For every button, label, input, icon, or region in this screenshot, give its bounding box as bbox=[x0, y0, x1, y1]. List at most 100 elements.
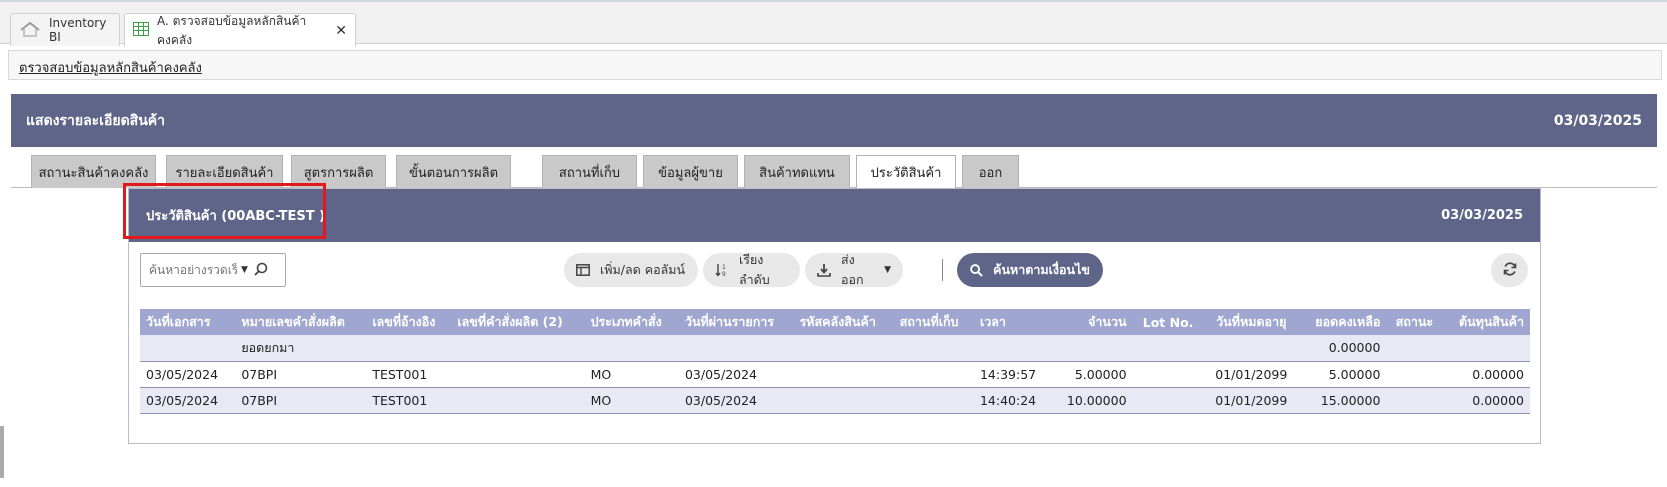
table-cell bbox=[793, 361, 894, 388]
table-cell: 03/05/2024 bbox=[678, 361, 794, 388]
tab-label: ขั้นตอนการผลิต bbox=[408, 165, 499, 181]
tab-product-history[interactable]: ประวัติสินค้า bbox=[856, 155, 956, 189]
table-cell: 01/01/2099 bbox=[1203, 387, 1299, 414]
col-balance[interactable]: ยอดคงเหลือ bbox=[1298, 309, 1387, 335]
export-label: ส่งออก bbox=[841, 252, 864, 287]
table-cell bbox=[973, 335, 1052, 362]
panel-header: ประวัติสินค้า (00ABC-TEST ) 03/03/2025 bbox=[129, 189, 1540, 242]
table-cell: MO bbox=[584, 387, 679, 414]
advanced-search-label: ค้นหาตามเงื่อนไข bbox=[993, 262, 1090, 277]
breadcrumb-link[interactable]: ตรวจสอบข้อมูลหลักสินค้าคงคลัง bbox=[19, 61, 202, 76]
app-tab-inventory-check[interactable]: A. ตรวจสอบข้อมูลหลักสินค้าคงคลัง ✕ bbox=[124, 13, 356, 47]
table-cell bbox=[678, 335, 794, 362]
advanced-search-button[interactable]: ค้นหาตามเงื่อนไข bbox=[957, 253, 1103, 287]
table-cell: 5.00000 bbox=[1051, 361, 1133, 388]
table-cell bbox=[1132, 335, 1204, 362]
col-time[interactable]: เวลา bbox=[973, 309, 1052, 335]
export-button[interactable]: ส่งออก ▼ bbox=[805, 252, 903, 287]
page-header: แสดงรายละเอียดสินค้า 03/03/2025 bbox=[11, 94, 1657, 147]
col-order-type[interactable]: ประเภทคำสั่ง bbox=[584, 309, 679, 335]
col-cost[interactable]: ต้นทุนสินค้า bbox=[1442, 309, 1530, 335]
table-cell bbox=[1132, 361, 1204, 388]
table-row[interactable]: 03/05/2024 07BPI TEST001 MO 03/05/2024 1… bbox=[140, 361, 1530, 388]
table-cell bbox=[451, 387, 585, 414]
search-icon bbox=[970, 263, 983, 277]
chevron-down-icon: ▼ bbox=[884, 265, 891, 275]
close-icon[interactable]: ✕ bbox=[335, 23, 347, 39]
table-cell: 14:40:24 bbox=[973, 387, 1052, 414]
table-cell bbox=[793, 335, 894, 362]
table-cell bbox=[1203, 335, 1299, 362]
search-input[interactable] bbox=[149, 263, 237, 277]
table-cell: 03/05/2024 bbox=[140, 387, 236, 414]
col-status[interactable]: สถานะ bbox=[1386, 309, 1443, 335]
table-cell: 0.00000 bbox=[1298, 335, 1387, 362]
col-posting-date[interactable]: วันที่ผ่านรายการ bbox=[678, 309, 794, 335]
dropdown-caret-icon[interactable]: ▼ bbox=[241, 265, 248, 275]
home-icon bbox=[19, 21, 41, 40]
table-cell bbox=[1051, 335, 1133, 362]
toolbar-divider bbox=[942, 259, 943, 281]
table-cell: 07BPI bbox=[235, 387, 367, 414]
sort-button[interactable]: 19 เรียงลำดับ bbox=[703, 252, 800, 287]
tab-exit[interactable]: ออก bbox=[962, 155, 1019, 188]
tab-production-steps[interactable]: ขั้นตอนการผลิต bbox=[396, 155, 511, 188]
spreadsheet-icon bbox=[133, 22, 149, 39]
panel-date: 03/03/2025 bbox=[1441, 208, 1523, 223]
table-cell: 01/01/2099 bbox=[1203, 361, 1299, 388]
table-cell bbox=[584, 335, 679, 362]
col-production-order-2[interactable]: เลขที่คำสั่งผลิต (2) bbox=[451, 309, 585, 335]
table-header-row: วันที่เอกสาร หมายเลขคำสั่งผลิต เลขที่อ้า… bbox=[140, 309, 1530, 335]
search-icon[interactable] bbox=[254, 262, 268, 279]
col-production-order[interactable]: หมายเลขคำสั่งผลิต bbox=[235, 309, 367, 335]
left-scroll-indicator bbox=[0, 426, 4, 478]
columns-button[interactable]: เพิ่ม/ลด คอลัมน์ bbox=[564, 253, 698, 287]
table-cell: 0.00000 bbox=[1442, 387, 1530, 414]
header-date: 03/03/2025 bbox=[1553, 112, 1642, 129]
quick-search: ▼ bbox=[140, 253, 286, 287]
table-cell bbox=[1386, 361, 1443, 388]
refresh-button[interactable] bbox=[1491, 253, 1528, 287]
table-cell: 03/05/2024 bbox=[140, 361, 236, 388]
table-cell: 10.00000 bbox=[1051, 387, 1133, 414]
table-cell bbox=[793, 387, 894, 414]
col-storage-location[interactable]: สถานที่เก็บ bbox=[893, 309, 974, 335]
history-table: วันที่เอกสาร หมายเลขคำสั่งผลิต เลขที่อ้า… bbox=[140, 309, 1530, 414]
col-expiry-date[interactable]: วันที่หมดอายุ bbox=[1203, 309, 1299, 335]
table-cell bbox=[893, 335, 974, 362]
tab-label: สูตรการผลิต bbox=[303, 165, 374, 181]
table-cell bbox=[893, 387, 974, 414]
svg-text:9: 9 bbox=[722, 271, 726, 277]
tab-label: สินค้าทดแทน bbox=[759, 165, 835, 181]
tab-label: สถานะสินค้าคงคลัง bbox=[38, 165, 149, 181]
table-cell: TEST001 bbox=[366, 387, 452, 414]
app-tab-inventory-bi[interactable]: Inventory BI bbox=[10, 13, 120, 46]
tab-label: ประวัติสินค้า bbox=[870, 166, 942, 181]
table-cell: 14:39:57 bbox=[973, 361, 1052, 388]
col-reference-no[interactable]: เลขที่อ้างอิง bbox=[366, 309, 452, 335]
table-row[interactable]: 03/05/2024 07BPI TEST001 MO 03/05/2024 1… bbox=[140, 387, 1530, 414]
table-cell: 0.00000 bbox=[1442, 361, 1530, 388]
col-lot-no[interactable]: Lot No. bbox=[1132, 309, 1204, 335]
sort-label: เรียงลำดับ bbox=[739, 252, 770, 287]
col-quantity[interactable]: จำนวน bbox=[1051, 309, 1133, 335]
table-cell bbox=[1442, 335, 1530, 362]
tab-vendor-info[interactable]: ข้อมูลผู้ขาย bbox=[643, 155, 738, 188]
table-cell bbox=[366, 335, 452, 362]
tab-storage-location[interactable]: สถานที่เก็บ bbox=[542, 155, 637, 188]
table-cell: ยอดยกมา bbox=[235, 335, 367, 362]
col-warehouse-code[interactable]: รหัสคลังสินค้า bbox=[793, 309, 894, 335]
app-tab-bar: Inventory BI A. ตรวจสอบข้อมูลหลักสินค้าค… bbox=[0, 2, 1667, 47]
table-cell: 5.00000 bbox=[1298, 361, 1387, 388]
table-cell bbox=[893, 361, 974, 388]
table-row[interactable]: ยอดยกมา 0.00000 bbox=[140, 335, 1530, 362]
col-doc-date[interactable]: วันที่เอกสาร bbox=[140, 309, 236, 335]
page-title: แสดงรายละเอียดสินค้า bbox=[26, 112, 166, 129]
tab-label: รายละเอียดสินค้า bbox=[175, 165, 274, 181]
app-tab-label: Inventory BI bbox=[49, 16, 107, 44]
table-cell bbox=[451, 335, 585, 362]
tab-substitute-products[interactable]: สินค้าทดแทน bbox=[744, 155, 850, 188]
columns-icon bbox=[576, 264, 590, 276]
breadcrumb: ตรวจสอบข้อมูลหลักสินค้าคงคลัง bbox=[8, 50, 1662, 80]
tab-label: ออก bbox=[978, 165, 1003, 181]
